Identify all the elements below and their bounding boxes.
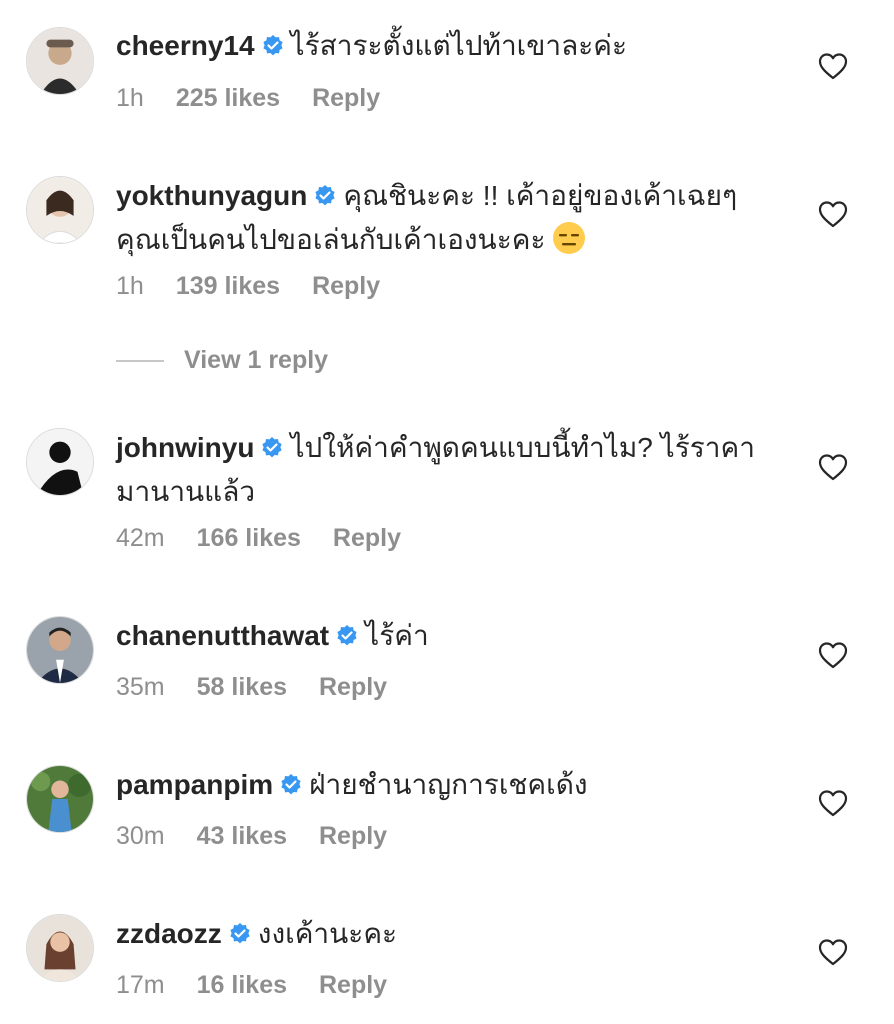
verified-badge-icon <box>262 35 283 56</box>
heart-icon[interactable] <box>818 200 848 228</box>
verified-badge-icon <box>315 185 335 206</box>
comment-meta: 35m 58 likes Reply <box>116 673 419 702</box>
heart-icon[interactable] <box>818 938 848 966</box>
avatar[interactable] <box>26 27 94 95</box>
avatar[interactable] <box>26 765 94 833</box>
username[interactable]: chanenutthawat <box>116 620 329 651</box>
likes-count[interactable]: 58 likes <box>197 673 287 701</box>
verified-badge-icon <box>281 774 301 795</box>
heart-icon[interactable] <box>818 52 848 80</box>
comment-text: pampanpim ฝ่ายชำนาญการเชคเด้ง <box>116 763 776 807</box>
likes-count[interactable]: 139 likes <box>176 272 280 300</box>
comment-time: 35m <box>116 673 165 701</box>
comment-body: งงเค้านะคะ <box>257 918 398 949</box>
comment-meta: 42m 166 likes Reply <box>116 524 433 553</box>
username[interactable]: johnwinyu <box>116 432 254 463</box>
avatar[interactable] <box>26 616 94 684</box>
comment-text: chanenutthawat ไร้ค่า <box>116 614 776 658</box>
comment-text: cheerny14 ไร้สาระตั้งแต่ไปท้าเขาละค่ะ <box>116 24 776 68</box>
reply-button[interactable]: Reply <box>319 822 387 850</box>
heart-icon[interactable] <box>818 641 848 669</box>
username[interactable]: cheerny14 <box>116 30 255 61</box>
verified-badge-icon <box>262 437 283 458</box>
avatar[interactable] <box>26 428 94 496</box>
comment-time: 42m <box>116 524 165 552</box>
comment-time: 30m <box>116 822 165 850</box>
likes-count[interactable]: 43 likes <box>197 822 287 850</box>
expressionless-face-emoji-icon <box>552 222 585 254</box>
comment-time: 1h <box>116 272 144 300</box>
comment-time: 1h <box>116 84 144 112</box>
comment-meta: 1h 225 likes Reply <box>116 84 412 113</box>
reply-button[interactable]: Reply <box>312 272 380 300</box>
comment-text: yokthunyagun คุณชินะคะ !! เค้าอยู่ของเค้า… <box>116 174 776 262</box>
view-replies-button[interactable]: View 1 reply <box>116 346 328 375</box>
reply-button[interactable]: Reply <box>333 524 401 552</box>
comment-time: 17m <box>116 971 165 999</box>
username[interactable]: pampanpim <box>116 769 273 800</box>
comment-meta: 30m 43 likes Reply <box>116 822 419 851</box>
username[interactable]: yokthunyagun <box>116 180 307 211</box>
heart-icon[interactable] <box>818 789 848 817</box>
verified-badge-icon <box>337 625 357 646</box>
comment-body: ไร้ค่า <box>365 620 429 651</box>
username[interactable]: zzdaozz <box>116 918 222 949</box>
comment-meta: 17m 16 likes Reply <box>116 971 419 1000</box>
comment-meta: 1h 139 likes Reply <box>116 272 412 301</box>
likes-count[interactable]: 166 likes <box>197 524 301 552</box>
comment-body: ฝ่ายชำนาญการเชคเด้ง <box>309 769 588 800</box>
divider <box>116 360 164 363</box>
reply-button[interactable]: Reply <box>312 84 380 112</box>
verified-badge-icon <box>230 923 250 944</box>
heart-icon[interactable] <box>818 453 848 481</box>
likes-count[interactable]: 16 likes <box>197 971 287 999</box>
comment-body: ไร้สาระตั้งแต่ไปท้าเขาละค่ะ <box>290 30 628 61</box>
comment-text: johnwinyu ไปให้ค่าคำพูดคนแบบนี้ทำไม? ไร้ร… <box>116 426 776 514</box>
avatar[interactable] <box>26 176 94 244</box>
likes-count[interactable]: 225 likes <box>176 84 280 112</box>
comment-text: zzdaozz งงเค้านะคะ <box>116 912 776 956</box>
avatar[interactable] <box>26 914 94 982</box>
reply-button[interactable]: Reply <box>319 673 387 701</box>
reply-button[interactable]: Reply <box>319 971 387 999</box>
view-replies-label: View 1 reply <box>184 346 329 374</box>
